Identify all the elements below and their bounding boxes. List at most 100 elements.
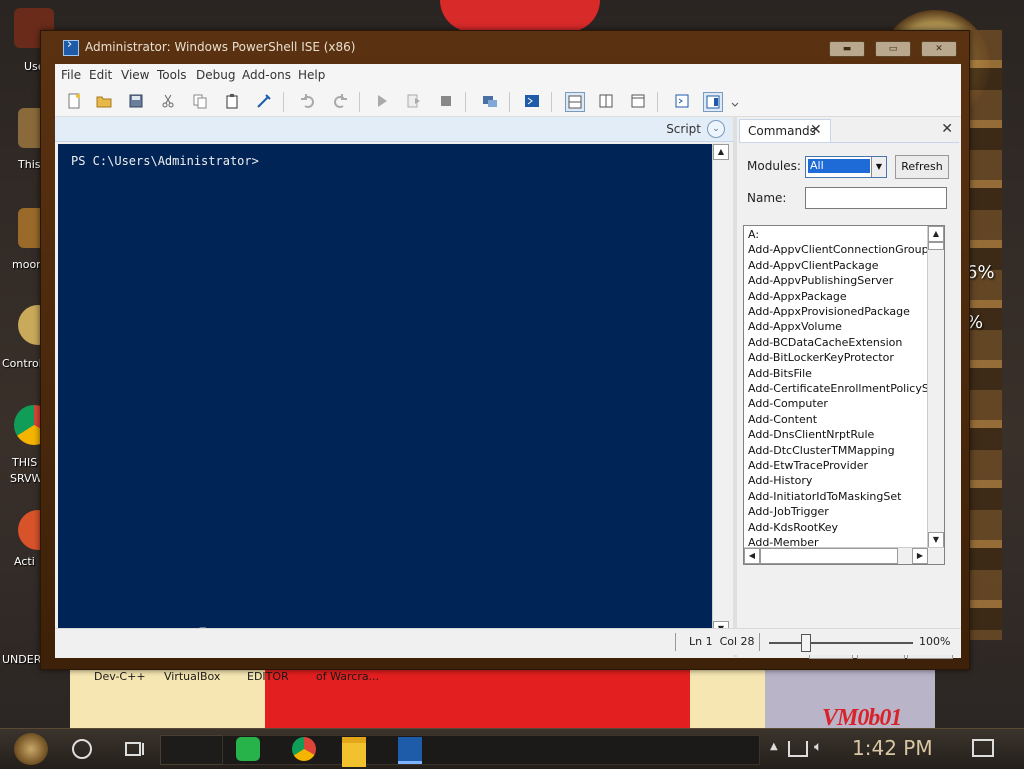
scroll-thumb[interactable]	[760, 548, 898, 564]
scroll-thumb[interactable]	[928, 242, 944, 250]
desktop-label-this: THIS	[12, 456, 38, 469]
chevron-up-icon[interactable]: ▲	[770, 741, 782, 753]
paste-icon[interactable]	[223, 92, 241, 110]
title-bar[interactable]: Administrator: Windows PowerShell ISE (x…	[41, 31, 969, 63]
commands-list[interactable]: A: Add-AppvClientConnectionGroup Add-AppvC…	[743, 225, 945, 565]
notes-icon[interactable]	[236, 737, 260, 761]
stop-icon[interactable]	[437, 92, 455, 110]
menu-edit[interactable]: Edit	[89, 68, 112, 82]
command-list-item[interactable]: Add-BCDataCacheExtension	[748, 336, 902, 349]
powershell-icon	[63, 37, 79, 56]
taskbar-search-box[interactable]	[160, 735, 224, 765]
file-explorer-icon[interactable]	[342, 737, 366, 767]
command-list-item[interactable]: Add-JobTrigger	[748, 505, 829, 518]
show-command-addon-icon[interactable]	[703, 92, 723, 112]
cortana-icon[interactable]	[72, 739, 92, 759]
show-script-right-icon[interactable]	[597, 92, 615, 110]
run-script-icon[interactable]	[373, 92, 391, 110]
scroll-down-icon[interactable]: ▼	[928, 532, 944, 548]
toolbar	[55, 86, 961, 117]
taskbar: ▲ 🔈︎ 1:42 PM	[0, 728, 1024, 769]
menu-debug[interactable]: Debug	[196, 68, 235, 82]
powershell-icon[interactable]	[398, 737, 422, 764]
chevron-down-icon[interactable]: ⌄	[707, 120, 725, 138]
pane-splitter[interactable]	[733, 117, 737, 657]
modules-dropdown[interactable]: All ▼	[805, 156, 887, 178]
command-list-item[interactable]: Add-History	[748, 474, 812, 487]
command-list-item[interactable]: Add-AppxPackage	[748, 290, 847, 303]
desktop-label-warcraft[interactable]: of Warcra...	[316, 670, 379, 683]
command-list-item[interactable]: Add-AppvClientConnectionGroup	[748, 243, 929, 256]
name-input[interactable]	[805, 187, 947, 209]
zoom-slider-thumb[interactable]	[800, 634, 811, 652]
command-list-item[interactable]: Add-EtwTraceProvider	[748, 459, 868, 472]
refresh-button[interactable]: Refresh	[895, 155, 949, 179]
scroll-up-icon[interactable]: ▲	[928, 226, 944, 242]
script-label[interactable]: Script	[666, 122, 701, 136]
console-vertical-scrollbar[interactable]: ▲ ▼	[712, 144, 729, 637]
show-command-window-icon[interactable]	[673, 92, 691, 110]
menu-file[interactable]: File	[61, 68, 81, 82]
save-icon[interactable]	[127, 92, 145, 110]
scroll-right-icon[interactable]: ▶	[912, 548, 928, 564]
command-list-item[interactable]: Add-BitLockerKeyProtector	[748, 351, 894, 364]
minimize-button[interactable]: ▬	[829, 41, 865, 57]
undo-icon[interactable]	[299, 92, 317, 110]
command-list-item[interactable]: Add-AppvPublishingServer	[748, 274, 893, 287]
scroll-left-icon[interactable]: ◀	[744, 548, 760, 564]
command-list-item[interactable]: Add-DtcClusterTMMapping	[748, 444, 895, 457]
command-list-item[interactable]: Add-BitsFile	[748, 367, 812, 380]
command-list-item[interactable]: Add-AppxVolume	[748, 320, 842, 333]
desktop-label-devcpp[interactable]: Dev-C++	[94, 670, 146, 683]
open-icon[interactable]	[95, 92, 113, 110]
task-view-icon[interactable]	[122, 737, 146, 761]
desktop-label-virtualbox[interactable]: VirtualBox	[164, 670, 220, 683]
command-list-item[interactable]: Add-CertificateEnrollmentPolicySer	[748, 382, 940, 395]
command-list-item[interactable]: A:	[748, 228, 759, 241]
tab-commands[interactable]: Commands ✕	[739, 119, 831, 142]
zoom-slider[interactable]	[769, 642, 913, 644]
desktop-label-editor[interactable]: EDITOR	[247, 670, 289, 683]
copy-icon[interactable]	[191, 92, 209, 110]
maximize-button[interactable]: ▭	[875, 41, 911, 57]
show-script-top-icon[interactable]	[565, 92, 585, 112]
command-list-item[interactable]: Add-DnsClientNrptRule	[748, 428, 874, 441]
toolbar-separator	[551, 92, 552, 112]
scroll-up-icon[interactable]: ▲	[713, 144, 729, 160]
console-pane[interactable]: PS C:\Users\Administrator> I	[58, 144, 712, 643]
command-list-item[interactable]: Add-KdsRootKey	[748, 521, 838, 534]
commands-pane: Commands ✕ ✕ Modules: All ▼ Refresh Name…	[739, 117, 959, 659]
modules-label: Modules:	[747, 159, 801, 173]
close-button[interactable]: ✕	[921, 41, 957, 57]
menu-view[interactable]: View	[121, 68, 149, 82]
chevron-down-icon[interactable]: ▼	[871, 157, 886, 177]
command-list-item[interactable]: Add-Content	[748, 413, 817, 426]
redo-icon[interactable]	[331, 92, 349, 110]
close-icon[interactable]: ✕	[810, 122, 822, 138]
clock[interactable]: 1:42 PM	[852, 736, 933, 760]
new-script-icon[interactable]	[65, 92, 83, 110]
run-selection-icon[interactable]	[405, 92, 423, 110]
new-remote-tab-icon[interactable]	[481, 92, 499, 110]
desktop-label-this-pc: This	[18, 158, 41, 171]
menu-help[interactable]: Help	[298, 68, 325, 82]
pane-close-icon[interactable]: ✕	[941, 121, 953, 137]
menu-tools[interactable]: Tools	[157, 68, 187, 82]
command-list-item[interactable]: Add-AppvClientPackage	[748, 259, 878, 272]
start-powershell-icon[interactable]	[523, 92, 541, 110]
command-list-item[interactable]: Add-AppxProvisionedPackage	[748, 305, 910, 318]
start-icon[interactable]	[14, 733, 48, 765]
toolbar-overflow-icon[interactable]	[731, 92, 739, 110]
list-horizontal-scrollbar[interactable]: ◀ ▶	[744, 547, 944, 564]
chrome-icon[interactable]	[292, 737, 316, 761]
command-list-item[interactable]: Add-Computer	[748, 397, 828, 410]
list-vertical-scrollbar[interactable]: ▲ ▼	[927, 226, 944, 548]
command-list-item[interactable]: Add-InitiatorIdToMaskingSet	[748, 490, 901, 503]
action-center-icon[interactable]	[972, 739, 994, 757]
cut-icon[interactable]	[159, 92, 177, 110]
menu-addons[interactable]: Add-ons	[242, 68, 291, 82]
show-script-max-icon[interactable]	[629, 92, 647, 110]
network-icon[interactable]	[788, 741, 808, 757]
volume-mute-icon[interactable]: 🔈︎	[814, 739, 832, 757]
clear-console-icon[interactable]	[255, 92, 273, 110]
